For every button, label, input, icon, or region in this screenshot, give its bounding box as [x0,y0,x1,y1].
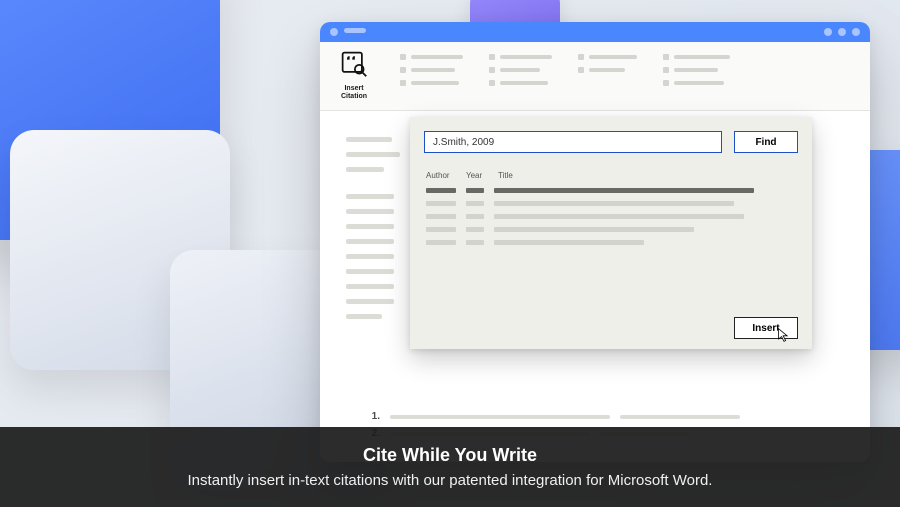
result-row-selected[interactable] [424,188,798,193]
app-window: Insert Citation [320,22,870,462]
cell-author [426,227,456,232]
ribbon-group [578,50,637,73]
ribbon-item[interactable] [578,67,637,73]
doc-text-line [346,299,394,304]
result-row[interactable] [424,214,798,219]
doc-text-line [346,224,394,229]
document-area: Find Author Year Title [320,111,870,462]
cell-year [466,227,484,232]
ribbon-item[interactable] [489,67,552,73]
ribbon-item[interactable] [400,67,463,73]
ribbon-item[interactable] [663,54,730,60]
ribbon-item[interactable] [663,67,730,73]
promo-stage: Insert Citation [0,0,900,507]
col-author: Author [426,171,456,180]
doc-text-line [346,254,394,259]
caption-subtitle: Instantly insert in-text citations with … [188,472,713,489]
ribbon-item[interactable] [400,80,463,86]
result-columns: Author Year Title [424,171,798,180]
doc-text-line [346,137,392,142]
window-menu-icon [330,28,338,36]
result-row[interactable] [424,201,798,206]
doc-text-line [390,415,610,419]
titlebar-left [330,28,366,36]
insert-citation-label: Insert Citation [341,85,367,100]
cell-year [466,240,484,245]
doc-text-line [346,167,384,172]
cell-author [426,214,456,219]
ribbon-group [489,50,552,86]
result-row[interactable] [424,227,798,232]
ribbon-item[interactable] [489,54,552,60]
cell-title [494,188,754,193]
list-item: 1. [366,411,740,422]
doc-text-line [346,194,394,199]
search-row: Find [424,131,798,153]
cell-year [466,188,484,193]
doc-text-line [620,415,740,419]
cell-author [426,240,456,245]
doc-text-line [346,209,394,214]
ribbon-item[interactable] [400,54,463,60]
ribbon: Insert Citation [320,42,870,111]
citation-search-panel: Find Author Year Title [410,117,812,349]
ribbon-item[interactable] [489,80,552,86]
caption-bar: Cite While You Write Instantly insert in… [0,427,900,507]
cell-year [466,214,484,219]
cursor-pointer-icon [776,327,792,343]
titlebar-placeholder [344,28,366,33]
window-controls[interactable] [824,28,860,36]
list-number: 1. [366,411,380,422]
result-row[interactable] [424,240,798,245]
col-year: Year [466,171,488,180]
cell-title [494,201,734,206]
ribbon-item[interactable] [578,54,637,60]
citation-search-input[interactable] [424,131,722,153]
window-control-dot[interactable] [852,28,860,36]
window-control-dot[interactable] [838,28,846,36]
window-titlebar [320,22,870,42]
ribbon-item[interactable] [663,80,730,86]
cell-year [466,201,484,206]
find-button[interactable]: Find [734,131,798,153]
col-title: Title [498,171,513,180]
caption-title: Cite While You Write [363,445,537,466]
ribbon-group [400,50,463,86]
cell-author [426,201,456,206]
panel-footer: Insert [734,317,798,339]
citation-quote-search-icon [340,50,368,83]
doc-text-line [346,284,394,289]
doc-text-line [346,269,394,274]
doc-text-line [346,239,394,244]
ribbon-group [663,50,730,86]
insert-citation-button[interactable]: Insert Citation [334,50,374,100]
cell-title [494,214,744,219]
window-control-dot[interactable] [824,28,832,36]
cell-author [426,188,456,193]
cell-title [494,240,644,245]
cell-title [494,227,694,232]
doc-text-line [346,152,400,157]
doc-text-line [346,314,382,319]
